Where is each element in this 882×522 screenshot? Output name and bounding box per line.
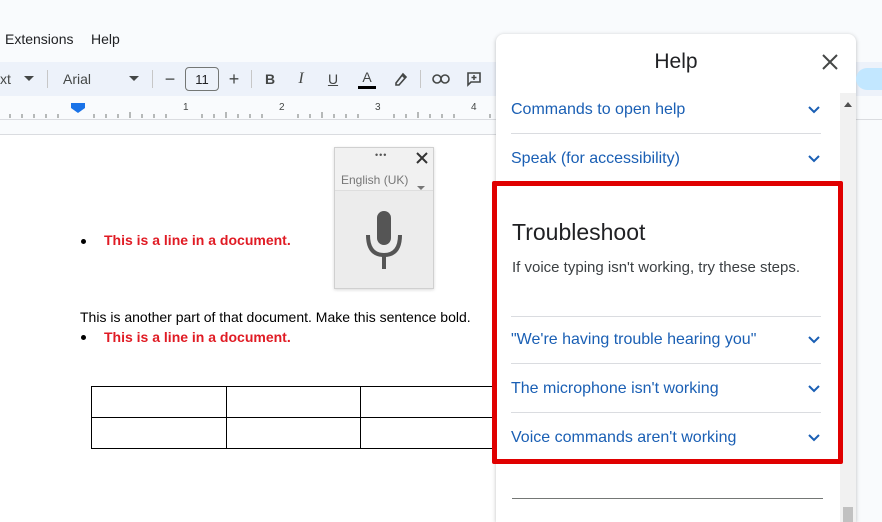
text-color-swatch xyxy=(358,85,376,89)
divider xyxy=(512,498,823,499)
increase-font-size-button[interactable]: + xyxy=(223,62,245,96)
table-cell[interactable] xyxy=(91,386,227,418)
plus-icon: + xyxy=(228,68,240,89)
ruler-mark-4: 4 xyxy=(471,102,477,113)
italic-button[interactable]: I xyxy=(290,62,312,96)
insert-link-icon[interactable] xyxy=(429,62,453,96)
scroll-up-arrow-icon[interactable] xyxy=(844,95,852,113)
font-dropdown[interactable]: Arial xyxy=(63,62,123,96)
style-dropdown[interactable]: xt xyxy=(0,62,22,96)
chevron-down-icon xyxy=(808,154,820,162)
minus-icon: − xyxy=(164,68,176,89)
help-item-label: Speak (for accessibility) xyxy=(511,149,680,167)
close-icon[interactable] xyxy=(818,50,842,74)
style-dropdown-label: xt xyxy=(0,71,11,87)
menu-extensions[interactable]: Extensions xyxy=(5,31,73,47)
highlight-pen-icon[interactable] xyxy=(390,62,412,96)
language-selector[interactable]: English (UK) xyxy=(341,173,408,187)
font-size-input[interactable]: 11 xyxy=(185,67,219,91)
menu-help[interactable]: Help xyxy=(91,31,120,47)
table-row xyxy=(91,417,496,449)
help-item-label: Commands to open help xyxy=(511,100,686,118)
style-dropdown-arrow-icon[interactable] xyxy=(22,62,36,96)
table-cell[interactable] xyxy=(225,386,362,418)
text-color-icon: A xyxy=(362,68,372,85)
close-icon[interactable] xyxy=(416,151,428,164)
table-cell[interactable] xyxy=(91,417,227,449)
help-item-speak[interactable]: Speak (for accessibility) xyxy=(511,135,821,183)
toolbar-divider xyxy=(47,70,48,88)
document-table[interactable] xyxy=(91,386,496,449)
more-options-icon[interactable]: ••• xyxy=(375,150,387,160)
add-comment-icon[interactable] xyxy=(462,62,486,96)
editing-mode-button[interactable] xyxy=(856,68,882,90)
highlight-box xyxy=(492,181,843,464)
app-window: Extensions Help xt Arial − 11 + B I U A … xyxy=(0,0,882,522)
document-line-3[interactable]: This is a line in a document. xyxy=(104,329,291,345)
font-dropdown-label: Arial xyxy=(63,71,92,87)
microphone-icon xyxy=(366,211,402,269)
scrollbar-thumb[interactable] xyxy=(843,507,853,522)
document-line-1[interactable]: This is a line in a document. xyxy=(104,232,291,248)
text-color-button[interactable]: A xyxy=(355,62,379,96)
bold-button[interactable]: B xyxy=(259,62,281,96)
underline-icon: U xyxy=(327,71,339,87)
bullet-icon xyxy=(81,239,86,244)
microphone-button[interactable] xyxy=(335,190,433,288)
toolbar-divider xyxy=(251,70,252,88)
decrease-font-size-button[interactable]: − xyxy=(160,62,180,96)
table-cell[interactable] xyxy=(360,386,496,418)
bullet-icon xyxy=(81,335,86,340)
toolbar-divider xyxy=(420,70,421,88)
font-size-value: 11 xyxy=(195,71,209,87)
table-row xyxy=(91,386,496,418)
table-cell[interactable] xyxy=(360,417,496,449)
ruler-mark-2: 2 xyxy=(279,102,285,113)
underline-button[interactable]: U xyxy=(322,62,344,96)
document-line-2[interactable]: This is another part of that document. M… xyxy=(80,309,471,325)
toolbar-divider xyxy=(152,70,153,88)
chevron-down-icon xyxy=(808,105,820,113)
help-item-commands[interactable]: Commands to open help xyxy=(511,86,821,134)
ruler-mark-3: 3 xyxy=(375,102,381,113)
table-cell[interactable] xyxy=(225,417,362,449)
ruler-mark-1: 1 xyxy=(183,102,189,113)
italic-icon: I xyxy=(298,70,304,87)
bold-icon: B xyxy=(264,71,276,87)
font-dropdown-arrow-icon[interactable] xyxy=(127,62,141,96)
ruler-ticks xyxy=(9,103,491,118)
help-title: Help xyxy=(654,50,698,73)
voice-typing-widget: ••• English (UK) xyxy=(334,147,434,289)
